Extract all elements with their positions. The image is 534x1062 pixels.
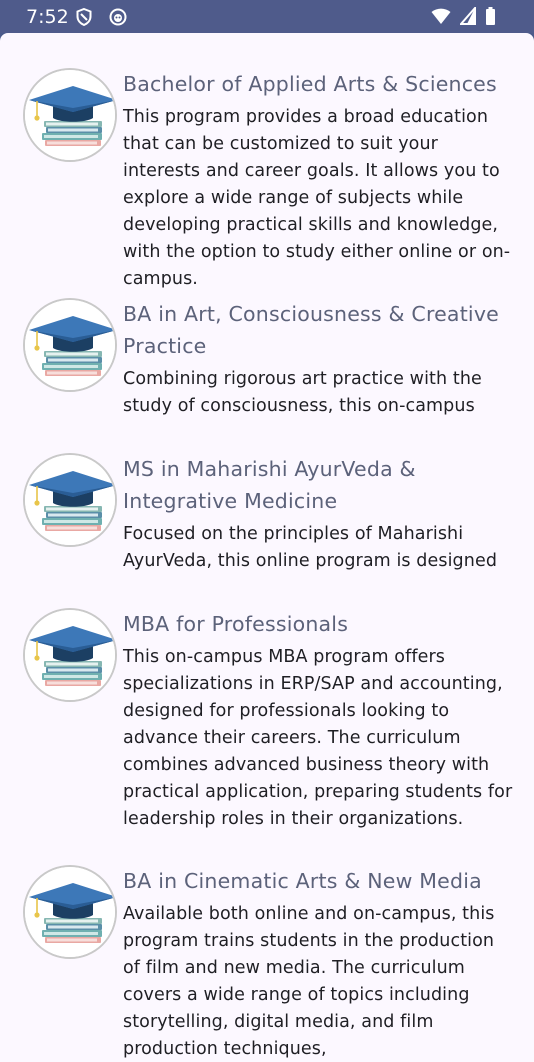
graduation-cap-icon [23, 865, 117, 959]
graduation-cap-icon [23, 68, 117, 162]
wifi-icon [431, 7, 451, 29]
program-title: MBA for Professionals [123, 612, 349, 636]
program-title: BA in Cinematic Arts & New Media [123, 869, 482, 893]
status-bar: 7:52 [0, 0, 534, 33]
face-icon [109, 8, 127, 30]
program-description: Available both online and on-campus, thi… [123, 904, 495, 1059]
program-description: Focused on the principles of Maharishi A… [123, 524, 498, 571]
graduation-cap-icon [23, 298, 117, 392]
battery-icon [485, 7, 496, 29]
program-description: This program provides a broad education … [123, 107, 511, 289]
graduation-cap-icon [23, 453, 117, 547]
program-description: This on-campus MBA program offers specia… [123, 647, 513, 829]
graduation-cap-icon [23, 608, 117, 702]
program-title: BA in Art, Consciousness & Creative Prac… [123, 302, 499, 358]
program-title: MS in Maharishi AyurVeda & Integrative M… [123, 457, 416, 513]
program-description: Combining rigorous art practice with the… [123, 369, 482, 416]
status-left-icons [76, 7, 139, 27]
shield-icon [76, 7, 92, 30]
status-right-icons [427, 5, 496, 25]
status-time: 7:52 [26, 6, 69, 28]
cellular-icon [458, 5, 476, 29]
program-list-screen[interactable]: Bachelor of Applied Arts & Sciences This… [0, 33, 534, 1062]
program-title: Bachelor of Applied Arts & Sciences [123, 72, 497, 96]
